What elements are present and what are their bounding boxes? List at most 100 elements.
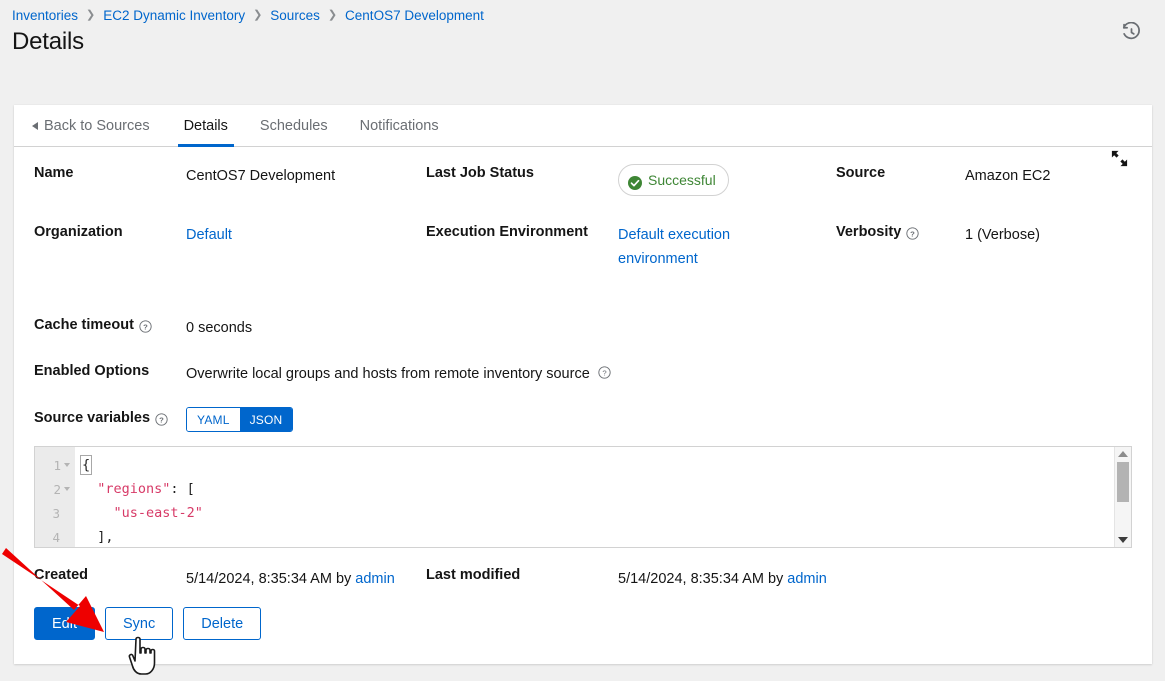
meta-row: Created 5/14/2024, 8:35:34 AM by admin L… — [34, 567, 1132, 591]
breadcrumb-item-inventories[interactable]: Inventories — [12, 8, 78, 23]
details-row-2: Organization Default Execution Environme… — [34, 222, 1132, 271]
field-enabled-options-label: Enabled Options — [34, 361, 186, 379]
scrollbar-thumb[interactable] — [1117, 462, 1129, 502]
breadcrumb-item-sources[interactable]: Sources — [270, 8, 320, 23]
help-icon[interactable]: ? — [906, 227, 919, 240]
field-created-timestamp: 5/14/2024, 8:35:34 AM by — [186, 571, 351, 587]
details-card: Back to Sources Details Schedules Notifi… — [14, 105, 1152, 664]
sync-button[interactable]: Sync — [105, 607, 173, 640]
details-section: Name CentOS7 Development Last Job Status — [14, 147, 1152, 433]
breadcrumb-item-centos7-development[interactable]: CentOS7 Development — [345, 8, 484, 23]
field-last-job-status: Last Job Status Successful — [426, 163, 836, 198]
editor-code-area[interactable]: { "regions": [ "us-east-2" ], "filters":… — [75, 447, 1131, 547]
page-title: Details — [12, 28, 84, 56]
field-enabled-options-value: Overwrite local groups and hosts from re… — [186, 361, 611, 386]
scroll-up-icon[interactable] — [1118, 451, 1128, 457]
check-circle-icon — [628, 173, 642, 187]
help-icon[interactable]: ? — [155, 413, 168, 426]
editor-code-line: ], — [81, 525, 1131, 547]
field-source-variables: Source variables ? YAML JSON — [34, 408, 1132, 433]
row-spacer — [34, 198, 1132, 222]
field-organization-label: Organization — [34, 222, 186, 240]
field-last-modified-value: 5/14/2024, 8:35:34 AM by admin — [618, 567, 827, 591]
editor-code-line: "regions": [ — [81, 477, 1131, 501]
field-execution-environment: Execution Environment Default execution … — [426, 222, 836, 271]
field-name-label: Name — [34, 163, 186, 181]
editor-line-number: 1 — [35, 453, 75, 477]
modified-by-user-link[interactable]: admin — [787, 571, 827, 587]
code-fold-icon[interactable] — [64, 487, 70, 491]
field-enabled-options: Enabled Options Overwrite local groups a… — [34, 361, 1132, 386]
field-organization: Organization Default — [34, 222, 426, 247]
editor-scrollbar[interactable] — [1114, 447, 1131, 547]
editor-line-number-text: 1 — [53, 458, 61, 473]
breadcrumb-separator-icon: ❯ — [253, 10, 262, 21]
field-last-modified-label: Last modified — [426, 567, 618, 591]
field-created-value: 5/14/2024, 8:35:34 AM by admin — [186, 567, 395, 591]
breadcrumb-separator-icon: ❯ — [86, 10, 95, 21]
tab-details[interactable]: Details — [168, 105, 244, 146]
code-fold-icon[interactable] — [64, 463, 70, 467]
status-badge-label: Successful — [648, 168, 716, 192]
help-icon[interactable]: ? — [139, 320, 152, 333]
expand-icon[interactable] — [1110, 149, 1130, 169]
field-source-value: Amazon EC2 — [965, 163, 1050, 188]
field-cache-timeout-label-text: Cache timeout — [34, 317, 134, 333]
field-name-value: CentOS7 Development — [186, 163, 335, 188]
editor-line-number: 2 — [35, 477, 75, 501]
svg-text:?: ? — [910, 229, 915, 238]
editor-line-number-text: 4 — [52, 530, 60, 545]
field-cache-timeout-label: Cache timeout ? — [34, 315, 186, 333]
editor-line-number-text: 2 — [53, 482, 61, 497]
format-toggle-json[interactable]: JSON — [240, 408, 293, 431]
field-cache-timeout-value: 0 seconds — [186, 315, 252, 340]
details-row-1: Name CentOS7 Development Last Job Status — [34, 163, 1132, 198]
editor-gutter: 1 2 3 4 5 — [35, 447, 75, 547]
field-execution-environment-label: Execution Environment — [426, 222, 618, 240]
field-cache-timeout: Cache timeout ? 0 seconds — [34, 315, 1132, 340]
breadcrumb-separator-icon: ❯ — [328, 10, 337, 21]
field-source-label: Source — [836, 163, 965, 181]
inventory-source-details-page: Inventories ❯ EC2 Dynamic Inventory ❯ So… — [0, 0, 1165, 681]
field-organization-value: Default — [186, 222, 232, 247]
field-created-label: Created — [34, 567, 186, 591]
field-last-job-status-label: Last Job Status — [426, 163, 618, 181]
source-variables-editor[interactable]: 1 2 3 4 5 — [34, 446, 1132, 548]
svg-text:?: ? — [602, 368, 606, 377]
help-icon[interactable]: ? — [598, 366, 611, 379]
field-verbosity-label-text: Verbosity — [836, 224, 901, 240]
scroll-down-icon[interactable] — [1118, 537, 1128, 543]
source-variables-format-toggle[interactable]: YAML JSON — [186, 407, 293, 432]
field-last-job-status-value: Successful — [618, 163, 729, 198]
editor-code-line: "us-east-2" — [81, 501, 1131, 525]
format-toggle-yaml[interactable]: YAML — [187, 408, 240, 431]
delete-button[interactable]: Delete — [183, 607, 261, 640]
edit-button[interactable]: Edit — [34, 607, 95, 640]
field-execution-environment-value: Default execution environment — [618, 222, 788, 271]
tab-back-to-sources[interactable]: Back to Sources — [32, 105, 168, 146]
field-verbosity-value: 1 (Verbose) — [965, 222, 1040, 247]
action-button-row: Edit Sync Delete — [34, 607, 1152, 640]
tab-notifications-label: Notifications — [360, 118, 439, 134]
execution-environment-link[interactable]: Default execution environment — [618, 227, 730, 267]
created-by-user-link[interactable]: admin — [355, 571, 395, 587]
history-icon[interactable] — [1117, 18, 1145, 46]
breadcrumb-item-ec2-dynamic-inventory[interactable]: EC2 Dynamic Inventory — [103, 8, 245, 23]
field-verbosity: Verbosity ? 1 (Verbose) — [836, 222, 1132, 247]
field-source: Source Amazon EC2 — [836, 163, 1132, 188]
svg-text:?: ? — [143, 322, 148, 331]
field-enabled-options-value-text: Overwrite local groups and hosts from re… — [186, 366, 590, 382]
field-last-modified-timestamp: 5/14/2024, 8:35:34 AM by — [618, 571, 783, 587]
field-verbosity-label: Verbosity ? — [836, 222, 965, 240]
tab-notifications[interactable]: Notifications — [344, 105, 455, 146]
editor-cursor: { — [80, 455, 92, 475]
field-name: Name CentOS7 Development — [34, 163, 426, 188]
status-badge[interactable]: Successful — [618, 164, 729, 196]
editor-code-line: { — [81, 453, 1131, 477]
caret-left-icon — [32, 122, 38, 130]
tab-schedules[interactable]: Schedules — [244, 105, 344, 146]
field-source-variables-label: Source variables ? — [34, 408, 186, 426]
organization-link[interactable]: Default — [186, 227, 232, 243]
tab-back-to-sources-label: Back to Sources — [44, 118, 150, 134]
tab-bar: Back to Sources Details Schedules Notifi… — [14, 105, 1152, 147]
